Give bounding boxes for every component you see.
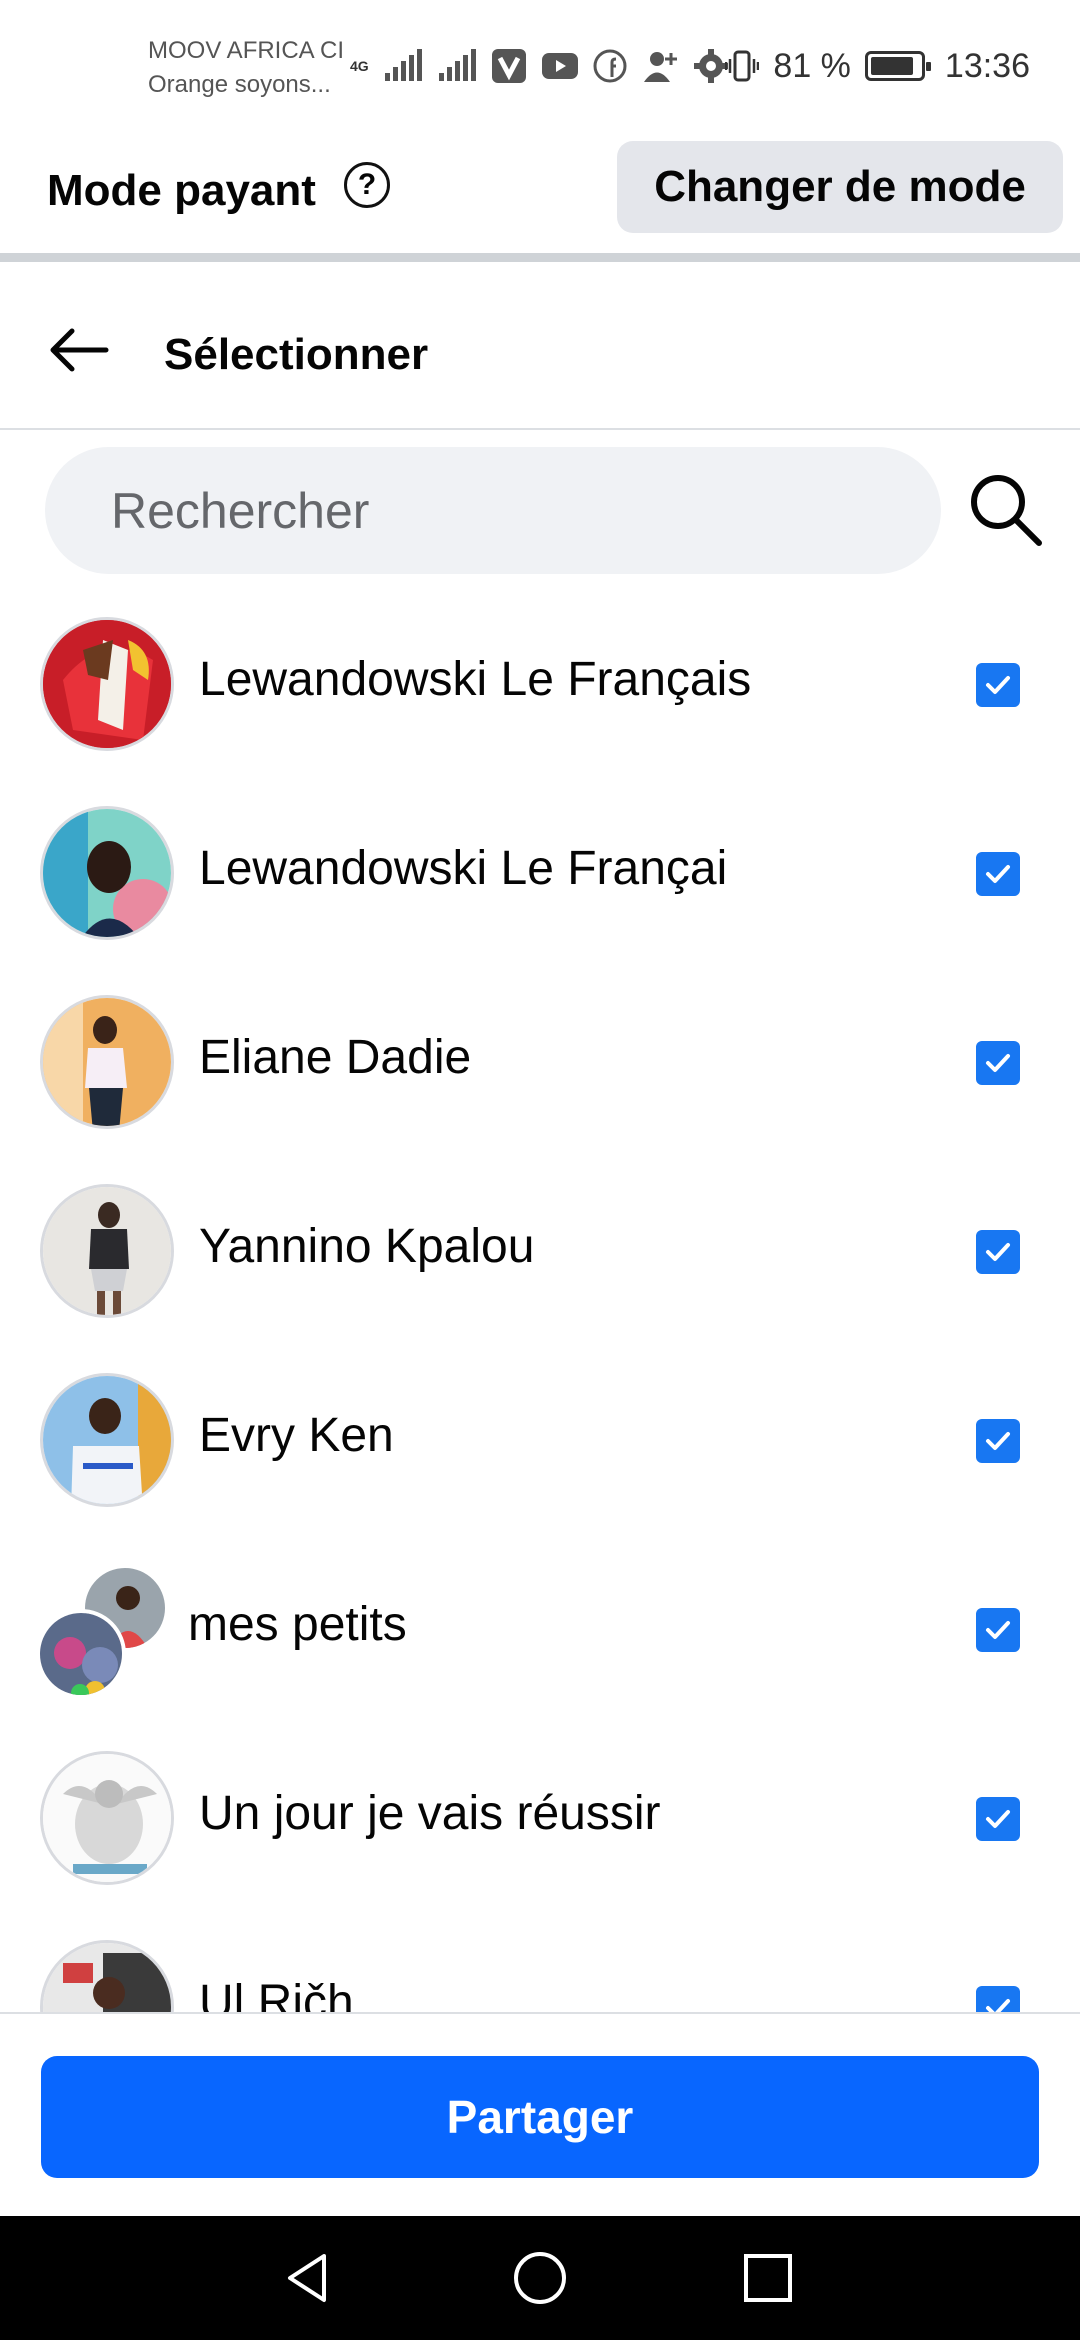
add-person-icon: [643, 52, 677, 82]
avatar: [40, 617, 174, 751]
status-right: 81 % 13:36: [725, 44, 1030, 88]
contact-name: Un jour je vais réussir: [199, 1787, 661, 1840]
mode-bar: Mode payant ? Changer de mode: [0, 130, 1080, 262]
carrier-info: MOOV AFRICA CI Orange soyons...: [148, 34, 344, 102]
header: Sélectionner: [0, 271, 1080, 430]
avatar: [40, 1184, 174, 1318]
help-icon[interactable]: ?: [344, 162, 390, 208]
carrier-subtitle: Orange soyons...: [148, 71, 331, 98]
avatar: [40, 1373, 174, 1507]
list-item[interactable]: Ul Ričh: [0, 1923, 1080, 2012]
youtube-icon: [541, 53, 578, 79]
clock: 13:36: [944, 46, 1030, 85]
list-item[interactable]: Lewandowski Le Français: [0, 600, 1080, 789]
battery-percent: 81 %: [773, 46, 851, 85]
facebook-icon: [593, 49, 627, 83]
avatar: [36, 1609, 126, 1699]
avatar: [40, 1751, 174, 1885]
checkbox[interactable]: [976, 852, 1020, 896]
vibrate-icon: [725, 50, 760, 82]
list-item[interactable]: Eliane Dadie: [0, 978, 1080, 1167]
contact-name: Ul Ričh: [199, 1976, 354, 2012]
list-item[interactable]: Lewandowski Le Françai: [0, 789, 1080, 978]
carrier-name: MOOV AFRICA CI: [148, 37, 345, 64]
contact-name: Yannino Kpalou: [199, 1220, 535, 1273]
network-type: 4G: [350, 58, 369, 74]
contact-list: Lewandowski Le Français Lewandowski Le F…: [0, 600, 1080, 2012]
avatar: [40, 995, 174, 1129]
checkbox[interactable]: [976, 1419, 1020, 1463]
page-title: Sélectionner: [164, 330, 429, 379]
checkbox[interactable]: [976, 1986, 1020, 2012]
mode-title: Mode payant: [47, 166, 316, 215]
avatar: [40, 806, 174, 940]
status-bar: MOOV AFRICA CI Orange soyons... 4G 81 % …: [0, 0, 1080, 130]
battery-icon: [864, 51, 931, 81]
home-nav-icon[interactable]: [508, 2246, 572, 2310]
share-button[interactable]: Partager: [41, 2056, 1039, 2178]
search-icon[interactable]: [966, 470, 1044, 548]
divider: [0, 2012, 1080, 2014]
search-input[interactable]: [45, 447, 941, 574]
viber-icon: [491, 49, 526, 83]
checkbox[interactable]: [976, 1041, 1020, 1085]
recents-nav-icon[interactable]: [736, 2246, 800, 2310]
contact-name: Lewandowski Le Français: [199, 653, 752, 706]
checkbox[interactable]: [976, 663, 1020, 707]
contact-name: mes petits: [188, 1598, 407, 1651]
group-avatar: [36, 1565, 186, 1715]
back-arrow-icon[interactable]: [44, 315, 114, 385]
settings-icon: [693, 49, 728, 83]
checkbox[interactable]: [976, 1608, 1020, 1652]
change-mode-button[interactable]: Changer de mode: [617, 141, 1063, 233]
list-item[interactable]: mes petits: [0, 1545, 1080, 1734]
status-icons: 4G: [350, 44, 729, 88]
signal-icon: [438, 49, 476, 81]
list-item[interactable]: Evry Ken: [0, 1356, 1080, 1545]
list-item[interactable]: Un jour je vais réussir: [0, 1734, 1080, 1923]
back-nav-icon[interactable]: [276, 2246, 340, 2310]
contact-name: Evry Ken: [199, 1409, 394, 1462]
checkbox[interactable]: [976, 1230, 1020, 1274]
contact-name: Eliane Dadie: [199, 1031, 472, 1084]
navigation-bar: [0, 2216, 1080, 2340]
avatar: [40, 1940, 174, 2012]
contact-name: Lewandowski Le Françai: [199, 842, 728, 895]
screen: MOOV AFRICA CI Orange soyons... 4G 81 % …: [0, 0, 1080, 2340]
checkbox[interactable]: [976, 1797, 1020, 1841]
signal-icon: [384, 49, 422, 81]
list-item[interactable]: Yannino Kpalou: [0, 1167, 1080, 1356]
